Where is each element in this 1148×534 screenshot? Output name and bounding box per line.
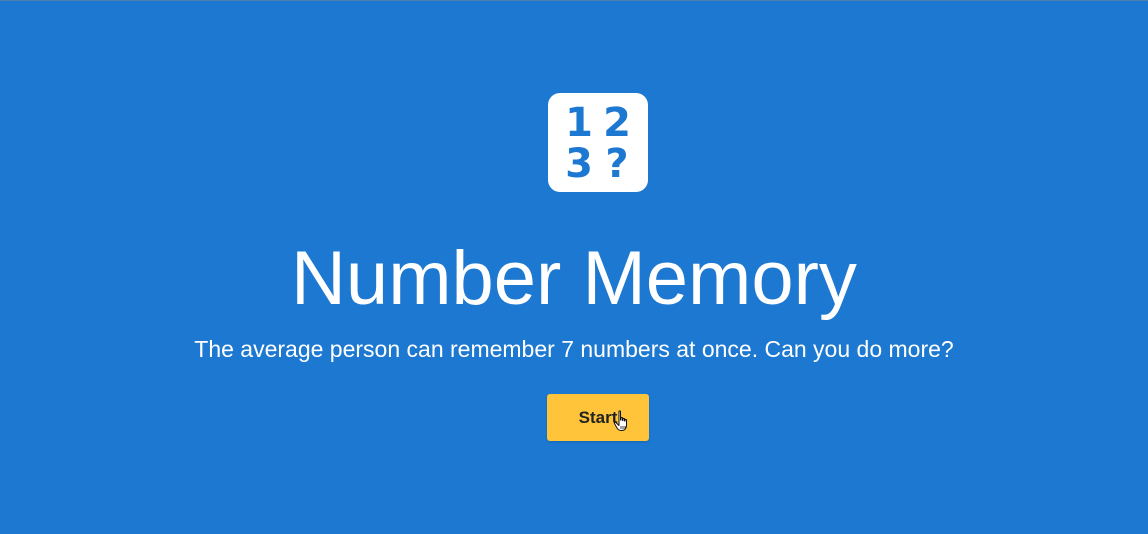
number-memory-icon: 1 2 3 ? <box>548 93 648 192</box>
logo-digit-2: 2 <box>603 100 631 146</box>
start-button[interactable]: Start <box>547 394 649 441</box>
page-subtitle: The average person can remember 7 number… <box>194 336 954 362</box>
page-title: Number Memory <box>291 236 857 321</box>
logo-question-mark: ? <box>605 140 629 187</box>
hand-pointer-cursor-icon <box>613 410 627 431</box>
logo-digit-1: 1 <box>565 100 593 146</box>
top-border <box>0 0 1148 1</box>
logo-digit-3: 3 <box>565 140 593 187</box>
page: 1 2 3 ? Number Memory The average person… <box>0 0 1148 534</box>
